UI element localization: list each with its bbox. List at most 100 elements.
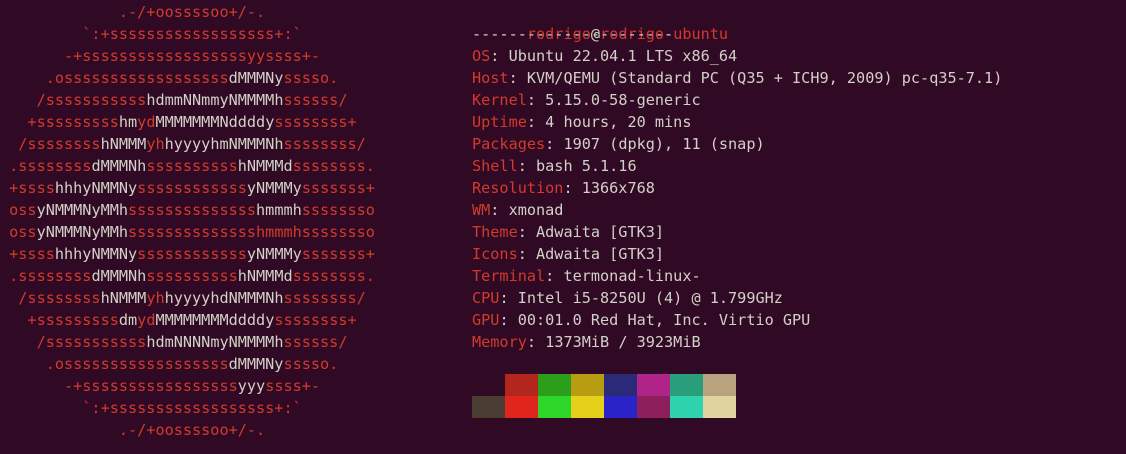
- logo-segment: .-/+oossssoo+/-.: [0, 3, 403, 21]
- logo-line: /sssssssshNMMMyhhyyyyhdNMMMNhssssssss/: [0, 287, 402, 309]
- logo-line: .ssssssssdMMMNhsssssssssshNMMMdssssssss.: [0, 155, 402, 177]
- logo-line: +ssssssssshmydMMMMMMMNddddyssssssss+: [0, 111, 402, 133]
- color-swatch: [703, 396, 736, 418]
- logo-line: .ossssssssssssssssssdMMMNysssso.: [0, 67, 402, 89]
- color-palette: [472, 374, 736, 418]
- color-swatch: [637, 396, 670, 418]
- info-key: Theme: [472, 223, 518, 241]
- logo-line: +sssshhhyNMMNyssssssssssssyNMMMysssssss+: [0, 177, 402, 199]
- logo-segment: MMMMMMMMddddy: [155, 311, 275, 329]
- color-swatch: [505, 396, 538, 418]
- logo-segment: ssssss/: [283, 333, 403, 351]
- logo-segment: hNMMM: [100, 289, 147, 307]
- info-separator: :: [526, 333, 546, 351]
- info-key: Uptime: [472, 113, 527, 131]
- logo-line: ossyNMMMNyMMhsssssssssssssshmmmhssssssso: [0, 221, 402, 243]
- logo-segment: hNMMM: [100, 135, 147, 153]
- logo-segment: dMMMNh: [91, 157, 147, 175]
- logo-line: /sssssssshNMMMyhhyyyyhmNMMMNhssssssss/: [0, 133, 402, 155]
- logo-segment: ssssssssssss: [137, 179, 247, 197]
- color-swatch: [571, 396, 604, 418]
- logo-segment: hyyyyhdNMMMNh: [164, 289, 284, 307]
- info-separator: :: [517, 223, 537, 241]
- logo-segment: ssssssssss: [146, 267, 238, 285]
- color-swatch: [505, 374, 538, 396]
- color-swatch: [703, 374, 736, 396]
- title-separator: ----------------------: [472, 25, 674, 43]
- logo-segment: ssssssss+: [274, 113, 403, 131]
- logo-segment: ssssss/: [283, 91, 403, 109]
- info-key: OS: [472, 47, 491, 65]
- info-separator: :: [545, 135, 564, 153]
- logo-line: .ssssssssdMMMNhsssssssssshNMMMdssssssss.: [0, 265, 402, 287]
- info-key: Shell: [472, 157, 518, 175]
- logo-segment: hdmNNNNmyNMMMMh: [146, 333, 284, 351]
- info-value: 1907 (dpkg), 11 (snap): [563, 135, 765, 153]
- logo-segment: hyyyyhmNMMMNh: [164, 135, 284, 153]
- color-swatch: [670, 396, 703, 418]
- logo-segment: -+sssssssssssssssss: [0, 377, 238, 395]
- logo-segment: ssssssss.: [292, 157, 403, 175]
- info-separator: :: [517, 157, 537, 175]
- logo-segment: sssssss+: [301, 179, 403, 197]
- logo-line: +sssshhhyNMMNyssssssssssssyNMMMysssssss+: [0, 243, 402, 265]
- logo-segment: ssssssss.: [292, 267, 403, 285]
- info-key: Resolution: [472, 179, 564, 197]
- logo-segment: ssssssss+: [274, 311, 403, 329]
- logo-segment: MMMMMMMNddddy: [155, 113, 275, 131]
- info-value: KVM/QEMU (Standard PC (Q35 + ICH9, 2009)…: [526, 69, 1003, 87]
- info-value: termonad-linux-: [563, 267, 701, 285]
- logo-segment: sssssssssssssshmmmhssssssso: [128, 223, 403, 241]
- logo-segment: ssssssso: [301, 201, 403, 219]
- logo-segment: ssssssss/: [283, 135, 403, 153]
- info-key: GPU: [472, 311, 500, 329]
- logo-segment: .ssssssss: [0, 267, 92, 285]
- logo-segment: +sssssssss: [0, 113, 119, 131]
- info-value: Ubuntu 22.04.1 LTS x86_64: [508, 47, 738, 65]
- logo-segment: ssss+-: [265, 377, 403, 395]
- logo-segment: hhhyNMMNy: [54, 245, 138, 263]
- logo-segment: dMMMNy: [228, 355, 284, 373]
- logo-segment: -+ssssssssssssssssssyyssss+-: [0, 47, 403, 65]
- logo-segment: yyy: [237, 377, 266, 395]
- info-field-gpu: GPU: 00:01.0 Red Hat, Inc. Virtio GPU: [472, 309, 810, 331]
- info-field-cpu: CPU: Intel i5-8250U (4) @ 1.799GHz: [472, 287, 783, 309]
- logo-segment: sssso.: [283, 69, 403, 87]
- color-swatch: [538, 374, 571, 396]
- info-value: bash 5.1.16: [536, 157, 637, 175]
- color-swatch: [472, 374, 505, 396]
- info-value: Intel i5-8250U (4) @ 1.799GHz: [517, 289, 783, 307]
- logo-segment: .-/+oossssoo+/-.: [0, 421, 403, 439]
- logo-segment: yNMMMNyMMh: [36, 201, 129, 219]
- color-swatch: [637, 374, 670, 396]
- logo-line: .-/+oossssoo+/-.: [0, 1, 402, 23]
- logo-segment: yh: [146, 289, 165, 307]
- info-key: Kernel: [472, 91, 527, 109]
- color-swatch: [604, 374, 637, 396]
- info-value: 1373MiB / 3923MiB: [545, 333, 701, 351]
- info-key: Host: [472, 69, 509, 87]
- logo-line: -+ssssssssssssssssssyyssss+-: [0, 45, 402, 67]
- logo-segment: ssssssss/: [283, 289, 403, 307]
- user-host-title: rodrigo@rodrigo-ubuntu: [472, 1, 728, 43]
- info-separator: :: [508, 69, 527, 87]
- logo-segment: hNMMMd: [237, 157, 293, 175]
- logo-segment: .ssssssss: [0, 157, 92, 175]
- ubuntu-ascii-logo: .-/+oossssoo+/-. `:+ssssssssssssssssss+:…: [0, 0, 470, 454]
- info-field-resolution: Resolution: 1366x768: [472, 177, 655, 199]
- color-swatch: [472, 396, 505, 418]
- color-swatch: [670, 374, 703, 396]
- logo-segment: /ssssssss: [0, 289, 101, 307]
- logo-line: /ssssssssssshdmmNNmmyNMMMMhssssss/: [0, 89, 402, 111]
- logo-line: `:+ssssssssssssssssss+:`: [0, 397, 402, 419]
- color-swatch: [604, 396, 637, 418]
- logo-line: ossyNMMMNyMMhsssssssssssssshmmmhssssssso: [0, 199, 402, 221]
- logo-segment: +ssss: [0, 245, 55, 263]
- info-field-theme: Theme: Adwaita [GTK3]: [472, 221, 664, 243]
- logo-segment: hmmmh: [256, 201, 302, 219]
- logo-segment: yNMMMy: [246, 245, 302, 263]
- terminal-window[interactable]: .-/+oossssoo+/-. `:+ssssssssssssssssss+:…: [0, 0, 1126, 454]
- logo-segment: sssssss+: [301, 245, 403, 263]
- logo-segment: dMMMNy: [228, 69, 284, 87]
- info-field-icons: Icons: Adwaita [GTK3]: [472, 243, 664, 265]
